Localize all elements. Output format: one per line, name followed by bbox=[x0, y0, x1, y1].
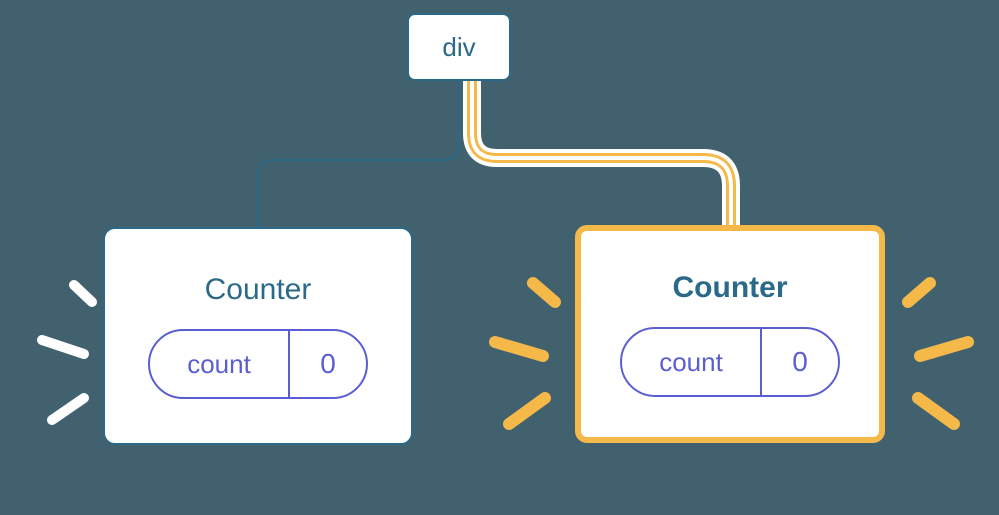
counter-node-left: Counter count 0 bbox=[103, 227, 413, 445]
root-label: div bbox=[442, 32, 475, 63]
burst-orange-right-icon bbox=[890, 268, 999, 458]
counter-title-left: Counter bbox=[205, 273, 312, 307]
diagram-canvas: div Counter count 0 Counter count 0 bbox=[0, 0, 999, 515]
burst-orange-left-icon bbox=[473, 268, 573, 458]
state-label-left: count bbox=[150, 331, 290, 397]
state-value-right: 0 bbox=[762, 329, 838, 395]
counter-node-right: Counter count 0 bbox=[575, 225, 885, 443]
counter-title-right: Counter bbox=[673, 271, 788, 305]
state-pill-left: count 0 bbox=[148, 329, 368, 399]
state-label-right: count bbox=[622, 329, 762, 395]
state-pill-right: count 0 bbox=[620, 327, 840, 397]
root-node: div bbox=[407, 13, 511, 81]
state-value-left: 0 bbox=[290, 331, 366, 397]
burst-white-icon bbox=[14, 270, 104, 450]
